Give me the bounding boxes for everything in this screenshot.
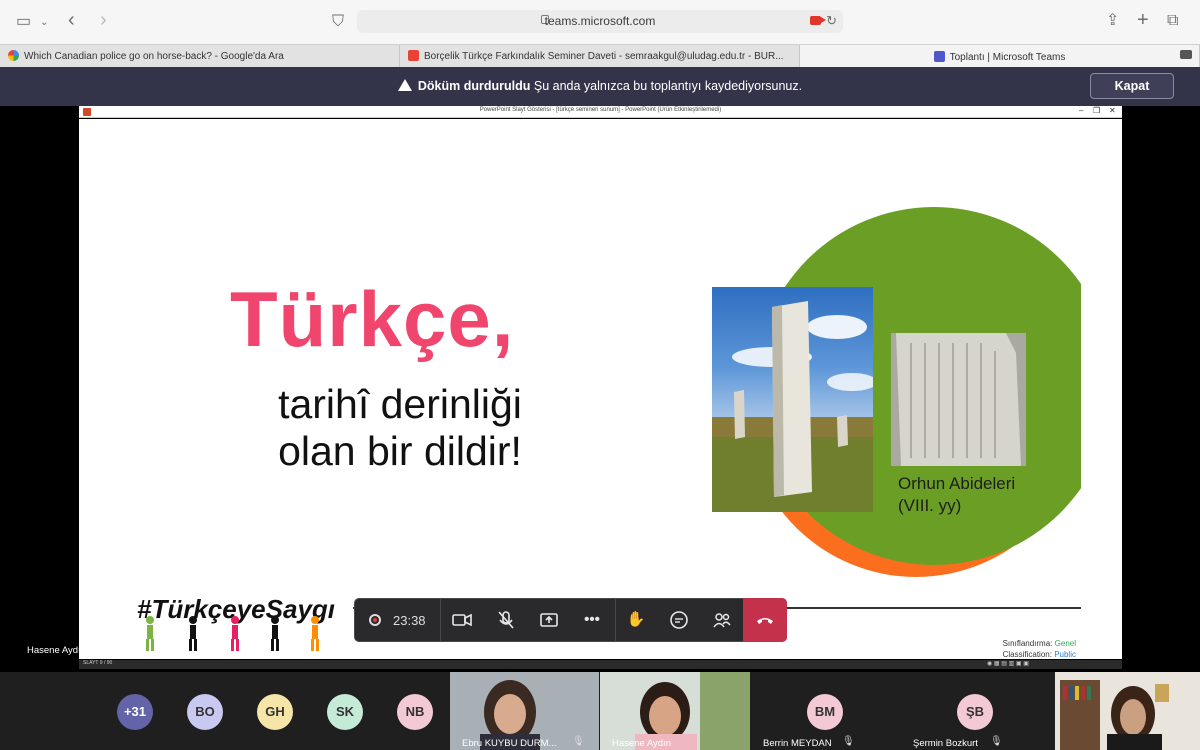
avatar[interactable]: BM: [807, 694, 843, 730]
participants-icon[interactable]: [711, 609, 733, 631]
slide: Türkçe, tarihî derinliği olan bir dildir…: [120, 119, 1081, 659]
close-banner-button[interactable]: Kapat: [1090, 73, 1174, 99]
reload-icon[interactable]: ↻: [826, 13, 837, 29]
participant-name: Hasene Aydın: [612, 738, 671, 749]
tab-bar: Which Canadian police go on horse-back? …: [0, 44, 1200, 67]
tab-google[interactable]: Which Canadian police go on horse-back? …: [0, 45, 400, 67]
mic-off-icon: 🎙: [990, 736, 1003, 747]
ppt-window-titlebar: PowerPoint Slayt Gösterisi - [türkçe sem…: [79, 106, 1122, 118]
tab-label: Which Canadian police go on horse-back? …: [24, 51, 284, 62]
slide-counter: SLAYT 9 / 90: [83, 660, 113, 666]
presenter-name: Hasene Aydın: [27, 645, 86, 656]
privacy-shield-icon[interactable]: ⛉: [332, 12, 344, 32]
avatar[interactable]: GH: [257, 694, 293, 730]
teams-icon: [933, 51, 945, 62]
share-screen-icon[interactable]: [538, 609, 560, 631]
participant-name: Berrin MEYDAN: [763, 738, 832, 749]
avatar[interactable]: NB: [397, 694, 433, 730]
caption-line-1: Orhun Abideleri: [898, 474, 1016, 493]
tab-label: Toplantı | Microsoft Teams: [949, 52, 1066, 63]
mic-off-icon: 🎙: [572, 736, 585, 747]
share-icon[interactable]: ⇪: [1106, 11, 1119, 31]
camera-recording-icon[interactable]: [810, 16, 826, 25]
hang-up-icon: [757, 618, 773, 624]
banner-message: Şu anda yalnızca bu toplantıyı kaydediyo…: [533, 79, 803, 93]
tab-teams[interactable]: Toplantı | Microsoft Teams: [800, 45, 1200, 67]
slide-subtitle: tarihî derinliği olan bir dildir!: [220, 381, 580, 475]
leave-call-button[interactable]: [743, 598, 787, 642]
ppt-status-bar: SLAYT 9 / 90 ◉ ▦ ▤ ▥ ▣ ▣: [79, 660, 1122, 669]
participant-name: Ebru KUYBU DURM...: [462, 738, 557, 749]
participant-name: Şermin Bozkurt: [913, 738, 978, 749]
sidebar-toggle-icon[interactable]: ▭: [16, 12, 31, 32]
subtitle-line-1: tarihî derinliği: [278, 381, 522, 427]
tab-overview-icon[interactable]: ⧉: [1167, 11, 1178, 31]
recording-banner: Döküm durduruldu Şu anda yalnızca bu top…: [0, 67, 1200, 106]
new-tab-icon[interactable]: +: [1137, 10, 1149, 30]
close-icon[interactable]: ✕: [1109, 106, 1116, 115]
chat-icon[interactable]: [668, 609, 690, 631]
avatar[interactable]: SK: [327, 694, 363, 730]
mic-off-icon: 🎙: [842, 736, 855, 747]
warning-icon: [397, 79, 412, 91]
subtitle-line-2: olan bir dildir!: [278, 428, 522, 474]
view-icons[interactable]: ◉ ▦ ▤ ▥ ▣ ▣: [987, 660, 1029, 667]
address-bar[interactable]: teams.microsoft.com ↻: [357, 10, 843, 33]
self-video-frame: [1055, 672, 1200, 750]
avatar[interactable]: ŞB: [957, 694, 993, 730]
gmail-icon: [408, 50, 419, 61]
back-icon[interactable]: ‹: [68, 10, 75, 30]
caption-line-2: (VIII. yy): [898, 496, 962, 515]
classification-label: Sınıflandırma: Genel Classification: Pub…: [1002, 639, 1076, 659]
avatar[interactable]: BO: [187, 694, 223, 730]
people-figures-icon: [146, 616, 319, 651]
recording-icon: [369, 614, 381, 626]
ppt-window-title: PowerPoint Slayt Gösterisi - [türkçe sem…: [479, 107, 722, 113]
raise-hand-icon[interactable]: ✋: [625, 609, 647, 631]
google-icon: [8, 50, 19, 61]
photo-caption: Orhun Abideleri (VIII. yy): [898, 473, 1015, 517]
tab-gmail[interactable]: Borçelik Türkçe Farkındalık Seminer Dave…: [400, 45, 800, 67]
url-text: teams.microsoft.com: [544, 14, 656, 28]
orkhon-monument-photo: [712, 287, 873, 512]
inscription-stone-photo: [891, 333, 1026, 466]
video-tab-icon[interactable]: [1180, 50, 1192, 59]
more-participants-avatar[interactable]: +31: [117, 694, 153, 730]
chevron-down-icon[interactable]: ⌄: [40, 13, 48, 33]
camera-icon[interactable]: [451, 609, 473, 631]
meeting-timer: 23:38: [393, 613, 426, 628]
more-options-icon[interactable]: •••: [581, 609, 603, 631]
restore-icon[interactable]: ❐: [1093, 106, 1100, 115]
meeting-control-bar: 23:38 ••• ✋: [354, 598, 787, 642]
banner-title: Döküm durduruldu: [417, 79, 531, 93]
slide-headline: Türkçe,: [230, 275, 515, 363]
tab-label: Borçelik Türkçe Farkındalık Seminer Dave…: [424, 51, 784, 62]
forward-icon[interactable]: ›: [100, 10, 107, 30]
minimize-icon[interactable]: –: [1079, 106, 1083, 115]
self-video[interactable]: [1055, 672, 1200, 750]
mic-off-icon[interactable]: [495, 609, 517, 631]
browser-toolbar: ▭ ⌄ ‹ › ⛉ teams.microsoft.com ↻ ⇪ + ⧉: [0, 0, 1200, 44]
